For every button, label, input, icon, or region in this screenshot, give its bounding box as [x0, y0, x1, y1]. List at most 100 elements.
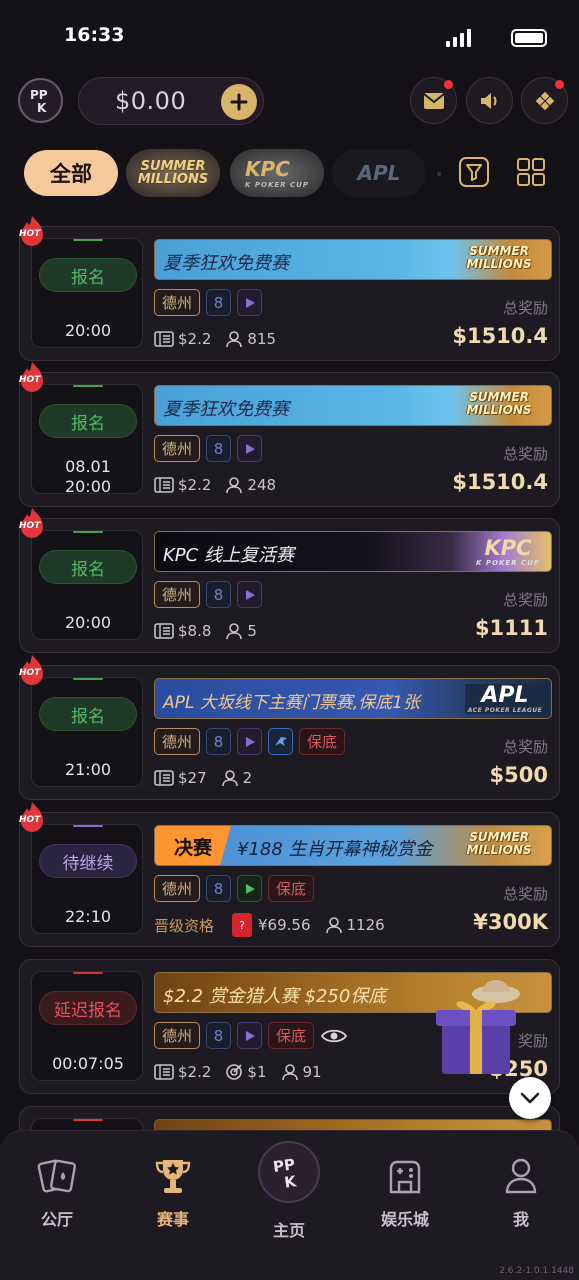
nav-tournaments[interactable]: 赛事 — [128, 1153, 218, 1230]
prize-amount: ¥300K — [473, 910, 548, 934]
filter-funnel-icon[interactable] — [458, 156, 490, 188]
tag-row: 德州 8 保底 — [154, 875, 314, 903]
meta-row: 晋级资格 ? ¥69.56 1126 — [154, 913, 399, 937]
ppk-logo-icon: PP K — [30, 88, 48, 115]
play-icon — [237, 1022, 262, 1049]
register-button[interactable]: 报名 — [39, 258, 137, 292]
total-prize-label: 总奖励 — [502, 591, 548, 609]
guarantee-tag: 保底 — [268, 875, 314, 902]
tournament-card[interactable]: 报名 21:00 HOT APL 大坂线下主赛门票赛,保底1张 APL ACE P… — [19, 655, 560, 800]
tag-row: 德州 8 — [154, 289, 262, 317]
tag-row: 德州 8 保底 — [154, 728, 345, 756]
ticket-icon — [154, 1064, 174, 1080]
player-count: 91 — [302, 1063, 322, 1081]
svg-text:K: K — [37, 101, 47, 115]
nav-home-circle[interactable]: PP K — [258, 1141, 320, 1203]
apl-logo: APL ACE POKER LEAGUE — [465, 684, 545, 714]
gift-box-icon[interactable] — [424, 964, 524, 1079]
nav-me[interactable]: 我 — [476, 1153, 566, 1230]
game-type-tag: 德州 — [154, 875, 200, 902]
table-size-tag: 8 — [206, 581, 231, 608]
tournament-card[interactable]: 报名 20:00 HOT 夏季狂欢免费赛 SUMMER MILLIONS 德州 … — [19, 216, 560, 361]
tournament-title: $2.2 赏金猎人赛 $250保底 — [163, 986, 387, 1007]
scroll-down-button[interactable] — [509, 1077, 551, 1119]
resume-button[interactable]: 待继续 — [39, 844, 137, 878]
register-button[interactable]: 报名 — [39, 404, 137, 438]
prize-amount: $1111 — [474, 616, 548, 640]
hot-badge: HOT — [17, 507, 47, 541]
game-icon — [533, 89, 556, 112]
notification-dot — [444, 80, 453, 89]
svg-text:K: K — [283, 1172, 298, 1192]
tournament-card[interactable]: 报名 08.01 20:00 HOT 夏季狂欢免费赛 SUMMER MILLIO… — [19, 362, 560, 507]
card-status-box: 待继续 22:10 — [31, 824, 143, 934]
tournament-banner[interactable]: 决赛 ¥188 生肖开幕神秘赏金 SUMMER MILLIONS — [154, 825, 552, 866]
player-count: 1126 — [346, 916, 385, 934]
kpc-chip-sub: K POKER CUP — [245, 181, 309, 189]
tournament-card[interactable]: 报名 20:00 HOT KPC 线上复活赛 KPC K POKER CUP 德州… — [19, 508, 560, 653]
filter-kpc-chip[interactable]: KPC K POKER CUP — [230, 149, 324, 197]
table-size-tag: 8 — [206, 289, 231, 316]
filter-all-chip[interactable]: 全部 — [24, 150, 118, 196]
balance-pill[interactable]: $0.00 — [78, 77, 264, 125]
user-icon — [505, 1158, 537, 1194]
tournament-card[interactable]: 待继续 22:10 HOT 决赛 ¥188 生肖开幕神秘赏金 SUMMER MI… — [19, 802, 560, 947]
tournament-banner[interactable]: KPC 线上复活赛 KPC K POKER CUP — [154, 531, 552, 572]
mail-icon — [422, 92, 445, 109]
total-prize-label: 总奖励 — [502, 299, 548, 317]
app-logo-button[interactable]: PP K — [18, 78, 63, 123]
user-icon — [221, 770, 238, 787]
grid-view-icon[interactable] — [515, 156, 547, 188]
filter-summer-millions-chip[interactable]: SUMMER MILLIONS — [126, 149, 220, 197]
tournament-title: 夏季狂欢免费赛 — [163, 253, 289, 274]
register-button[interactable]: 报名 — [39, 550, 137, 584]
notification-dot — [555, 80, 564, 89]
ticket-value: ¥69.56 — [258, 916, 311, 934]
tournament-banner[interactable]: APL 大坂线下主赛门票赛,保底1张 APL ACE POKER LEAGUE — [154, 678, 552, 719]
bounty-target-icon — [226, 1064, 243, 1080]
game-type-tag: 德州 — [154, 435, 200, 462]
register-button[interactable]: 报名 — [39, 697, 137, 731]
tournament-title: APL 大坂线下主赛门票赛,保底1张 — [163, 693, 420, 713]
home-logo-icon: PP K — [272, 1155, 299, 1192]
game-type-tag: 德州 — [154, 289, 200, 316]
nav-lobby[interactable]: 公厅 — [12, 1153, 102, 1230]
start-time: 20:00 — [64, 477, 112, 496]
trophy-icon — [155, 1160, 191, 1193]
bounty-amount: $1 — [247, 1063, 267, 1081]
user-icon — [281, 1064, 298, 1081]
status-time: 16:33 — [64, 24, 125, 46]
card-status-box: 报名 21:00 — [31, 677, 143, 787]
bird-icon — [268, 728, 293, 755]
kpc-chip-text: KPC — [245, 157, 290, 181]
card-status-box: 延迟报名 00:07:05 — [31, 971, 143, 1081]
nav-casino[interactable]: 娱乐城 — [360, 1153, 450, 1230]
start-date: 08.01 — [65, 457, 111, 476]
battery-icon — [511, 29, 547, 47]
mail-button[interactable] — [410, 77, 457, 124]
add-funds-button[interactable] — [221, 84, 257, 120]
start-time: 21:00 — [64, 760, 112, 779]
tournament-banner[interactable]: 夏季狂欢免费赛 SUMMER MILLIONS — [154, 385, 552, 426]
total-prize-label: 总奖励 — [502, 885, 548, 903]
buyin: $2.2 — [178, 476, 212, 494]
card-status-box: 报名 08.01 20:00 — [31, 384, 143, 496]
summer-millions-logo: SUMMER MILLIONS — [466, 244, 532, 271]
nav-home[interactable]: 主页 — [244, 1217, 334, 1241]
ticket-icon — [154, 477, 174, 493]
status-tick — [73, 972, 103, 974]
tournament-banner[interactable]: 夏季狂欢免费赛 SUMMER MILLIONS — [154, 239, 552, 280]
eye-icon[interactable] — [320, 1022, 348, 1049]
filter-apl-chip[interactable]: APL — [332, 149, 426, 197]
svg-text:PP: PP — [30, 88, 48, 102]
start-time: 20:00 — [64, 613, 112, 632]
meta-row: $2.2 815 — [154, 327, 290, 351]
qualification-label: 晋级资格 — [154, 916, 215, 935]
guarantee-tag: 保底 — [299, 728, 345, 755]
user-icon — [325, 917, 342, 934]
late-register-button[interactable]: 延迟报名 — [39, 991, 137, 1025]
sound-button[interactable] — [466, 77, 513, 124]
buyin: $2.2 — [178, 1063, 212, 1081]
buyin: $27 — [178, 769, 207, 787]
game-button[interactable] — [521, 77, 568, 124]
